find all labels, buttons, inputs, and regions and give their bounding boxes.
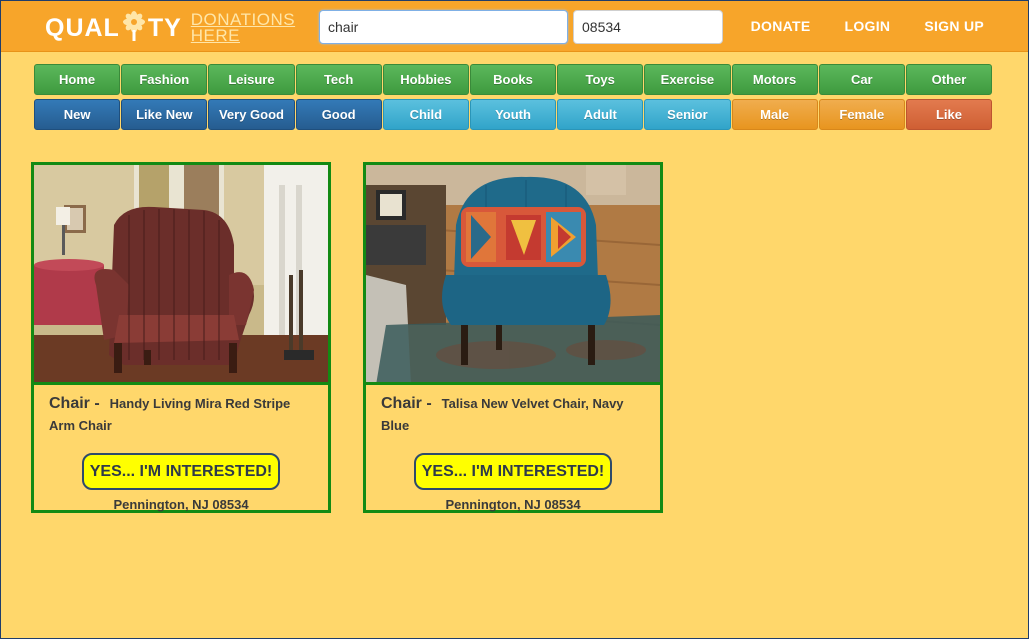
- site-header: QUAL TY DONATIONS HERE DONATE LOGIN SI: [0, 0, 1029, 52]
- logo-sub-line-2: HERE: [190, 26, 241, 45]
- red-stripe-armchair-photo[interactable]: [34, 165, 328, 385]
- login-link[interactable]: LOGIN: [844, 18, 890, 34]
- listing-card: Chair - Handy Living Mira Red Stripe Arm …: [31, 162, 331, 513]
- category-button-leisure[interactable]: Leisure: [208, 64, 295, 95]
- category-button-motors[interactable]: Motors: [731, 64, 818, 95]
- listing-title: Chair - Talisa New Velvet Chair, Navy Blu…: [366, 385, 660, 437]
- header-links: DONATE LOGIN SIGN UP: [751, 0, 984, 52]
- logo-text-left: QUAL: [45, 13, 120, 42]
- category-nav: Home Fashion Leisure Tech Hobbies Books …: [34, 64, 993, 95]
- category-button-toys[interactable]: Toys: [557, 64, 644, 95]
- filter-button-male[interactable]: Male: [731, 99, 818, 130]
- interested-button[interactable]: YES... I'M INTERESTED!: [82, 453, 280, 490]
- donate-link[interactable]: DONATE: [751, 18, 811, 34]
- listing-card: Chair - Talisa New Velvet Chair, Navy Blu…: [363, 162, 663, 513]
- search-input[interactable]: [319, 10, 568, 44]
- filter-button-youth[interactable]: Youth: [469, 99, 557, 130]
- navy-velvet-chair-photo[interactable]: [366, 165, 660, 385]
- filter-button-female[interactable]: Female: [818, 99, 905, 130]
- listing-location: Pennington, NJ 08534: [113, 497, 249, 512]
- category-button-tech[interactable]: Tech: [295, 64, 382, 95]
- listing-category: Chair -: [381, 395, 432, 412]
- category-button-other[interactable]: Other: [905, 64, 993, 95]
- listing-category: Chair -: [49, 395, 100, 412]
- category-button-books[interactable]: Books: [469, 64, 557, 95]
- category-button-hobbies[interactable]: Hobbies: [382, 64, 469, 95]
- filter-button-adult[interactable]: Adult: [557, 99, 644, 130]
- filter-button-good[interactable]: Good: [295, 99, 382, 130]
- listing-title: Chair - Handy Living Mira Red Stripe Arm …: [34, 385, 328, 437]
- flower-icon: [122, 11, 145, 41]
- filter-button-very-good[interactable]: Very Good: [208, 99, 295, 130]
- filter-button-like[interactable]: Like: [905, 99, 993, 130]
- logo-text-right: TY: [147, 13, 182, 42]
- signup-link[interactable]: SIGN UP: [924, 18, 984, 34]
- filter-nav: New Like New Very Good Good Child Youth …: [34, 99, 993, 130]
- interested-button[interactable]: YES... I'M INTERESTED!: [414, 453, 612, 490]
- logo-subtitle: DONATIONS HERE: [190, 11, 295, 45]
- filter-button-new[interactable]: New: [34, 99, 121, 130]
- zip-code-input[interactable]: [573, 10, 723, 44]
- filter-button-like-new[interactable]: Like New: [121, 99, 208, 130]
- filter-button-child[interactable]: Child: [382, 99, 469, 130]
- site-logo[interactable]: QUAL TY DONATIONS HERE: [45, 10, 295, 46]
- filter-button-senior[interactable]: Senior: [644, 99, 731, 130]
- category-button-car[interactable]: Car: [818, 64, 905, 95]
- listing-location: Pennington, NJ 08534: [445, 497, 581, 512]
- category-button-fashion[interactable]: Fashion: [121, 64, 208, 95]
- category-button-exercise[interactable]: Exercise: [644, 64, 731, 95]
- category-button-home[interactable]: Home: [34, 64, 121, 95]
